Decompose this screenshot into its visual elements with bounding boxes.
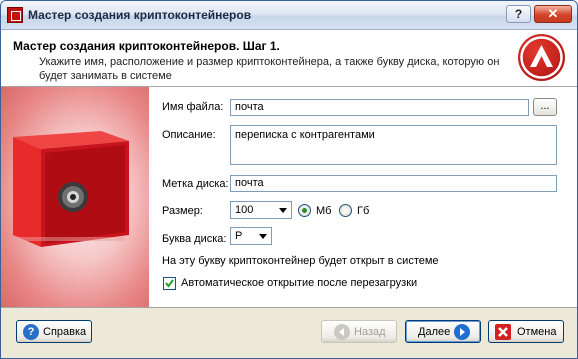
auto-open-label[interactable]: Автоматическое открытие после перезагруз… (181, 277, 417, 289)
safe-icon (13, 131, 129, 247)
file-name-label: Имя файла: (162, 101, 224, 113)
unit-gb-radio[interactable] (339, 204, 352, 217)
description-field[interactable]: переписка с контрагентами (230, 125, 557, 165)
wizard-header: Мастер создания криптоконтейнеров. Шаг 1… (1, 30, 577, 87)
chevron-down-icon[interactable] (276, 203, 290, 217)
help-title-button[interactable]: ? (506, 5, 531, 23)
browse-button[interactable]: ... (533, 98, 557, 116)
close-button[interactable]: ✕ (534, 5, 572, 23)
wizard-window: Мастер создания криптоконтейнеров ? ✕ Ма… (0, 0, 578, 359)
help-icon: ? (23, 324, 39, 340)
arrow-left-icon (334, 324, 350, 340)
size-value: 100 (235, 204, 254, 216)
size-label: Размер: (162, 205, 203, 217)
disk-label-label: Метка диска: (162, 178, 229, 190)
step-title: Мастер создания криптоконтейнеров. Шаг 1… (13, 39, 280, 53)
file-name-field[interactable]: почта (230, 99, 529, 116)
next-button[interactable]: Далее (405, 320, 481, 343)
help-button[interactable]: ? Справка (16, 320, 92, 343)
cancel-button-label: Отмена (517, 326, 557, 338)
checkmark-icon (165, 279, 174, 288)
unit-mb-radio[interactable] (298, 204, 311, 217)
window-title: Мастер создания криптоконтейнеров (28, 8, 252, 22)
help-button-label: Справка (43, 326, 87, 338)
back-button[interactable]: Назад (321, 320, 397, 343)
drive-letter-select[interactable]: P (230, 227, 272, 245)
brand-logo-icon (518, 34, 565, 81)
disk-label-field[interactable]: почта (230, 175, 557, 192)
arrow-right-icon (454, 324, 470, 340)
next-button-label: Далее (418, 326, 451, 338)
unit-gb-label: Гб (357, 205, 370, 217)
wizard-footer: ? Справка Назад Далее Отмена (1, 307, 577, 358)
unit-mb-label: Мб (316, 205, 332, 217)
wizard-content: Имя файла: почта ... Описание: переписка… (1, 87, 577, 307)
drive-info-text: На эту букву криптоконтейнер будет откры… (162, 255, 439, 267)
back-button-label: Назад (354, 326, 386, 338)
auto-open-checkbox[interactable] (163, 277, 176, 290)
chevron-down-icon[interactable] (256, 229, 270, 243)
drive-letter-label: Буква диска: (162, 233, 227, 245)
cancel-button[interactable]: Отмена (488, 320, 564, 343)
safe-illustration (1, 87, 149, 307)
app-icon (7, 7, 23, 23)
title-bar[interactable]: Мастер создания криптоконтейнеров ? ✕ (1, 1, 577, 30)
drive-letter-value: P (235, 230, 243, 242)
size-select[interactable]: 100 (230, 201, 292, 219)
description-label: Описание: (162, 129, 216, 141)
step-description: Укажите имя, расположение и размер крипт… (39, 56, 500, 82)
cancel-icon (495, 324, 511, 340)
